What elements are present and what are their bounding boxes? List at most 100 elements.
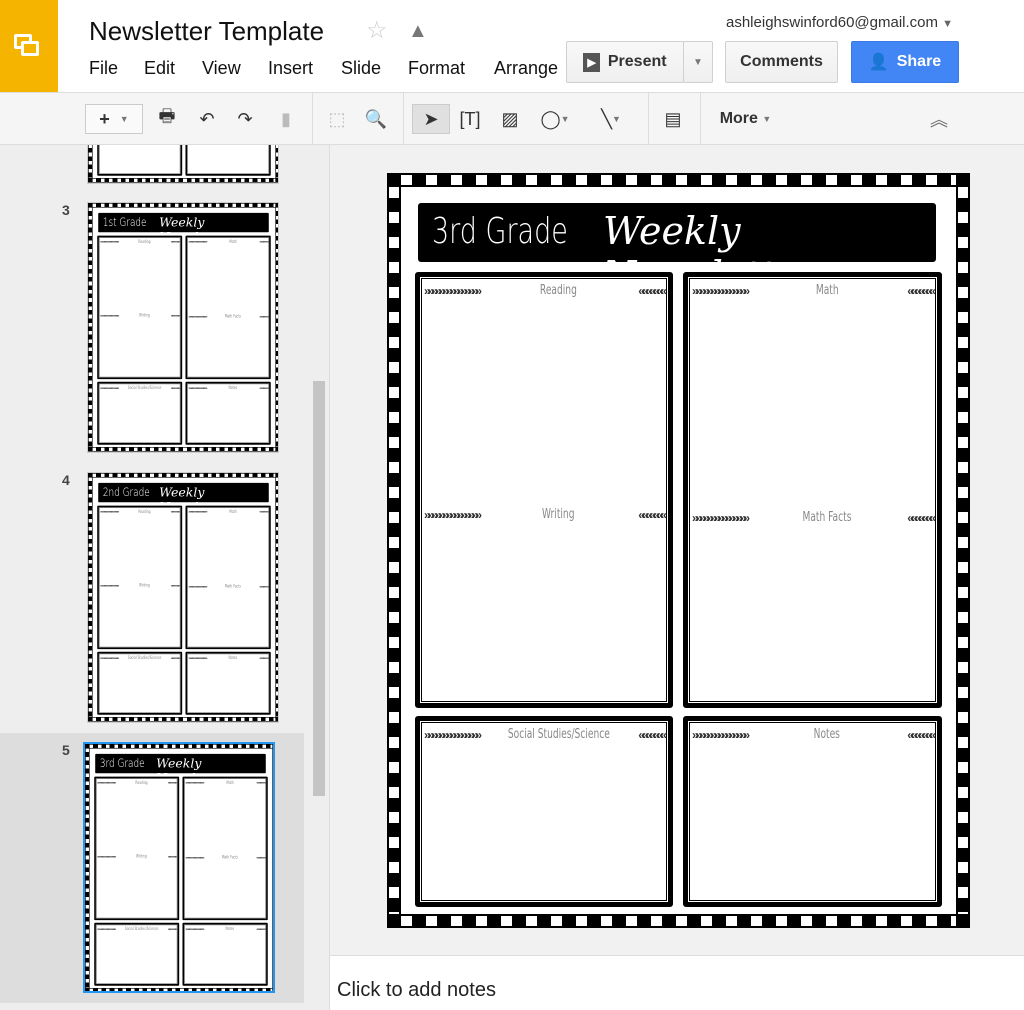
slide-thumbnail-2[interactable]: 3rd Grade Weekly Newsletter »»»»»»»»»»»»…	[87, 145, 279, 184]
menu-insert[interactable]: Insert	[268, 58, 313, 79]
title-banner[interactable]: 1st Grade Weekly Newsletter	[98, 212, 269, 244]
undo-icon[interactable]: ↶	[193, 104, 221, 134]
social-studies-box[interactable]: »»»»»»»»»»»»»»» Social Studies/Science «…	[97, 381, 183, 445]
document-title[interactable]: Newsletter Template	[89, 16, 324, 47]
notes-box[interactable]: »»»»»»»»»»»»»»» Notes «««««««	[185, 381, 271, 445]
section-heading: »»»»»»»»»»»»»»» Reading «««««««	[100, 509, 180, 514]
grade-label: 2nd Grade	[102, 485, 150, 500]
select-tool-icon[interactable]: ➤	[412, 104, 450, 134]
play-icon: ▶	[583, 52, 600, 72]
slides-logo[interactable]	[0, 0, 58, 92]
present-button[interactable]: ▶ Present	[566, 41, 684, 83]
chevron-down-icon: ▼	[942, 18, 954, 30]
reading-writing-box[interactable]: »»»»»»»»»»»»»»» Reading ««««««« »»»»»»»»…	[94, 776, 180, 921]
arrows-right: »»»»»»»»»»»»»»»	[692, 510, 750, 525]
menu-format[interactable]: Format	[408, 58, 465, 79]
arrows-left: «««««««	[170, 313, 180, 318]
arrows-right: »»»»»»»»»»»»»»»	[188, 509, 207, 514]
slide-thumbnail-4[interactable]: 2nd Grade Weekly Newsletter »»»»»»»»»»»»…	[87, 472, 279, 723]
title-banner[interactable]: 3rd Grade Weekly Newsletter	[95, 753, 266, 785]
notes-placeholder: Click to add notes	[337, 979, 496, 1001]
menu-view[interactable]: View	[202, 58, 241, 79]
person-icon: 👤	[868, 54, 889, 71]
menu-slide[interactable]: Slide	[341, 58, 381, 79]
reading-writing-box[interactable]: »»»»»»»»»»»»»»» Reading ««««««« »»»»»»»»…	[415, 272, 673, 708]
section-heading: »»»»»»»»»»»»»»» Notes «««««««	[185, 926, 265, 932]
section-heading: »»»»»»»»»»»»»»» Math Facts «««««««	[692, 510, 936, 525]
section-heading: »»»»»»»»»»»»»»» Writing «««««««	[100, 313, 180, 318]
comment-icon[interactable]: ▤	[658, 104, 688, 134]
more-button[interactable]: More ▼	[713, 104, 778, 134]
section-heading: »»»»»»»»»»»»»»» Math Facts «««««««	[185, 854, 265, 860]
notes-box[interactable]: »»»»»»»»»»»»»»» Notes «««««««	[185, 145, 271, 176]
math-box[interactable]: »»»»»»»»»»»»»»» Math ««««««« »»»»»»»»»»»…	[683, 272, 942, 708]
share-button[interactable]: 👤 Share	[851, 41, 959, 83]
slide-thumbnail-3[interactable]: 1st Grade Weekly Newsletter »»»»»»»»»»»»…	[87, 202, 279, 453]
social-studies-box[interactable]: »»»»»»»»»»»»»»» Social Studies/Science «…	[415, 716, 673, 907]
slide[interactable]: 3rd Grade Weekly Newsletter »»»»»»»»»»»»…	[85, 744, 273, 991]
slide-thumbnail-5[interactable]: 3rd Grade Weekly Newsletter »»»»»»»»»»»»…	[83, 742, 275, 993]
notes-box[interactable]: »»»»»»»»»»»»»»» Notes «««««««	[182, 922, 268, 986]
social-studies-box[interactable]: »»»»»»»»»»»»»»» Social Studies/Science «…	[97, 145, 183, 176]
slide[interactable]: 1st Grade Weekly Newsletter »»»»»»»»»»»»…	[88, 203, 278, 452]
section-label-reading: Reading	[540, 283, 578, 298]
grade-label: 1st Grade	[102, 215, 147, 230]
section-label-social: Social Studies/Science	[507, 727, 610, 742]
comments-button[interactable]: Comments	[725, 41, 838, 83]
new-slide-button[interactable]: + ▼	[85, 104, 143, 134]
arrows-left: «««««««	[259, 509, 268, 514]
title-banner[interactable]: 3rd Grade Weekly Newsletter	[418, 203, 936, 297]
slide[interactable]: 3rd Grade Weekly Newsletter »»»»»»»»»»»»…	[88, 145, 278, 183]
arrows-left: «««««««	[167, 780, 177, 785]
print-icon[interactable]: 🖶	[153, 104, 181, 134]
menu-arrange[interactable]: Arrange	[494, 58, 558, 79]
section-heading: »»»»»»»»»»»»»»» Notes «««««««	[188, 385, 268, 390]
social-studies-box[interactable]: »»»»»»»»»»»»»»» Social Studies/Science «…	[97, 651, 183, 715]
section-label-math: Math	[226, 780, 234, 786]
arrows-left: «««««««	[638, 507, 667, 522]
math-box[interactable]: »»»»»»»»»»»»»»» Math ««««««« »»»»»»»»»»»…	[185, 235, 271, 380]
menu-edit[interactable]: Edit	[144, 58, 175, 79]
arrows-left: «««««««	[259, 655, 268, 661]
section-label-writing: Writing	[542, 507, 575, 522]
arrows-left: «««««««	[170, 385, 180, 391]
scrollbar-thumb[interactable]	[313, 381, 325, 796]
slide[interactable]: 3rd Grade Weekly Newsletter »»»»»»»»»»»»…	[387, 173, 970, 928]
present-dropdown[interactable]: ▼	[683, 41, 713, 83]
text-box-icon[interactable]: [T]	[455, 104, 485, 134]
arrows-left: «««««««	[907, 283, 936, 298]
speaker-notes[interactable]: Click to add notes	[330, 955, 1024, 1010]
title-banner[interactable]: 2nd Grade Weekly Newsletter	[98, 482, 269, 514]
section-label-social: Social Studies/Science	[127, 655, 162, 661]
arrows-right: »»»»»»»»»»»»»»»	[97, 926, 116, 932]
notes-box[interactable]: »»»»»»»»»»»»»»» Notes «««««««	[683, 716, 942, 907]
arrows-right: »»»»»»»»»»»»»»»	[100, 385, 119, 391]
arrows-left: «««««««	[259, 584, 268, 589]
fit-icon[interactable]: ⬚	[322, 104, 352, 134]
line-icon[interactable]: ╲ ▼	[588, 104, 634, 134]
drive-folder-icon[interactable]: ▲	[408, 20, 428, 43]
account-email: ashleighswinford60@gmail.com	[726, 14, 938, 31]
shape-icon[interactable]: ◯ ▼	[532, 104, 578, 134]
math-box[interactable]: »»»»»»»»»»»»»»» Math ««««««« »»»»»»»»»»»…	[185, 505, 271, 650]
paint-format-icon[interactable]: ▮	[272, 104, 300, 134]
social-studies-box[interactable]: »»»»»»»»»»»»»»» Social Studies/Science «…	[94, 922, 180, 986]
reading-writing-box[interactable]: »»»»»»»»»»»»»»» Reading ««««««« »»»»»»»»…	[97, 505, 183, 650]
arrows-left: «««««««	[170, 655, 180, 661]
collapse-icon[interactable]: ︽	[925, 104, 953, 134]
math-box[interactable]: »»»»»»»»»»»»»»» Math ««««««« »»»»»»»»»»»…	[182, 776, 268, 921]
reading-writing-box[interactable]: »»»»»»»»»»»»»»» Reading ««««««« »»»»»»»»…	[97, 235, 183, 380]
slide-number: 4	[62, 472, 70, 488]
section-label-math_facts: Math Facts	[221, 854, 239, 860]
arrows-right: »»»»»»»»»»»»»»»	[97, 780, 116, 785]
star-icon[interactable]: ☆	[366, 16, 388, 45]
slide[interactable]: 2nd Grade Weekly Newsletter »»»»»»»»»»»»…	[88, 473, 278, 722]
account-menu[interactable]: ashleighswinford60@gmail.com ▼	[726, 14, 953, 31]
notes-box[interactable]: »»»»»»»»»»»»»»» Notes «««««««	[185, 651, 271, 715]
redo-icon[interactable]: ↷	[231, 104, 259, 134]
arrows-right: »»»»»»»»»»»»»»»	[100, 583, 119, 588]
menu-file[interactable]: File	[89, 58, 118, 79]
image-icon[interactable]: ▨	[495, 104, 525, 134]
zoom-icon[interactable]: 🔍	[362, 104, 390, 134]
arrows-right: »»»»»»»»»»»»»»»	[185, 926, 204, 932]
